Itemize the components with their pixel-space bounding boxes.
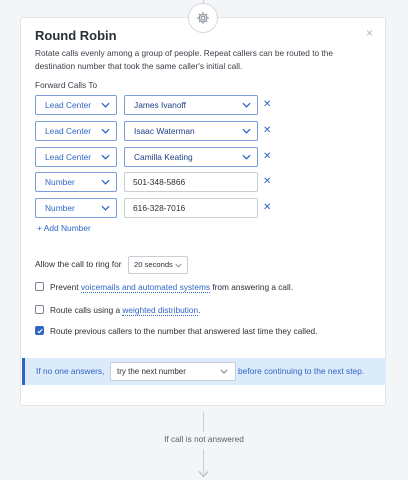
gear-icon: [197, 12, 209, 24]
destination-type-select[interactable]: Number: [35, 172, 117, 192]
destination-type-select[interactable]: Lead Center: [35, 147, 117, 167]
forward-calls-label: Forward Calls To: [35, 80, 98, 90]
no-answer-prefix: If no one answers,: [36, 366, 105, 376]
flow-connector: [203, 412, 204, 432]
not-answered-label: If call is not answered: [164, 434, 244, 444]
route-previous-callers-checkbox[interactable]: [35, 326, 44, 335]
add-number-link[interactable]: + Add Number: [37, 223, 91, 233]
chevron-down-icon: [242, 128, 251, 134]
destination-type-value: Lead Center: [45, 126, 92, 136]
no-answer-action-value: try the next number: [117, 367, 186, 376]
destination-target-value: Camilla Keating: [134, 152, 193, 162]
step-settings-node[interactable]: [188, 3, 218, 33]
card-title: Round Robin: [35, 28, 117, 43]
chevron-down-icon: [101, 179, 110, 185]
weighted-distribution-option: Route calls using a weighted distributio…: [35, 304, 375, 316]
weighted-distribution-text: Route calls using a weighted distributio…: [50, 304, 200, 316]
remove-row-close-icon[interactable]: ✕: [263, 152, 271, 162]
phone-number-input[interactable]: 616-328-7016: [124, 198, 258, 218]
phone-number-input[interactable]: 501-348-5866: [124, 172, 258, 192]
chevron-down-icon: [242, 102, 251, 108]
remove-row-close-icon[interactable]: ✕: [263, 126, 271, 136]
round-robin-card: × Round Robin Rotate calls evenly among …: [20, 17, 386, 406]
destination-type-select[interactable]: Number: [35, 198, 117, 218]
voicemails-automated-systems-link[interactable]: voicemails and automated systems: [80, 282, 211, 293]
forward-row: Number 501-348-5866 ✕: [35, 172, 375, 192]
chevron-down-icon: [101, 102, 110, 108]
weighted-distribution-link[interactable]: weighted distribution: [122, 305, 199, 316]
no-answer-action-select[interactable]: try the next number: [110, 362, 236, 381]
forward-row: Lead Center James Ivanoff ✕: [35, 95, 375, 115]
chevron-down-icon: [101, 154, 110, 160]
destination-type-select[interactable]: Lead Center: [35, 95, 117, 115]
prevent-voicemail-option: Prevent voicemails and automated systems…: [35, 281, 375, 293]
chevron-down-icon: [242, 154, 251, 160]
no-answer-banner: If no one answers, try the next number b…: [22, 358, 386, 385]
ring-duration-select[interactable]: 20 seconds: [128, 256, 188, 274]
close-icon[interactable]: ×: [366, 27, 373, 39]
ring-duration-value: 20 seconds: [134, 260, 173, 269]
destination-type-value: Number: [45, 203, 75, 213]
destination-type-select[interactable]: Lead Center: [35, 121, 117, 141]
forward-row: Lead Center Isaac Waterman ✕: [35, 121, 375, 141]
no-answer-suffix: before continuing to the next step.: [238, 366, 365, 376]
chevron-down-icon: [101, 205, 110, 211]
forward-row: Lead Center Camilla Keating ✕: [35, 147, 375, 167]
weighted-distribution-checkbox[interactable]: [35, 305, 44, 314]
prevent-voicemail-text: Prevent voicemails and automated systems…: [50, 281, 293, 293]
round-robin-step: × Round Robin Rotate calls evenly among …: [0, 0, 408, 480]
destination-type-value: Lead Center: [45, 100, 92, 110]
checkmark-icon: [37, 328, 43, 334]
route-previous-callers-option: Route previous callers to the number tha…: [35, 325, 375, 337]
prevent-voicemail-post: from answering a call.: [210, 282, 294, 292]
chevron-down-icon: [220, 369, 228, 374]
arrow-down-icon: [198, 471, 209, 478]
destination-type-value: Lead Center: [45, 152, 92, 162]
ring-duration-row: Allow the call to ring for 20 seconds: [35, 256, 335, 274]
weighted-distribution-pre: Route calls using a: [50, 305, 123, 315]
route-previous-callers-text: Route previous callers to the number tha…: [50, 326, 318, 336]
remove-row-close-icon[interactable]: ✕: [263, 203, 271, 213]
ring-duration-label: Allow the call to ring for: [35, 259, 122, 269]
remove-row-close-icon[interactable]: ✕: [263, 100, 271, 110]
destination-target-value: Isaac Waterman: [134, 126, 195, 136]
remove-row-close-icon[interactable]: ✕: [263, 177, 271, 187]
weighted-distribution-post: .: [198, 305, 201, 315]
destination-target-value: James Ivanoff: [134, 100, 186, 110]
chevron-down-icon: [101, 128, 110, 134]
prevent-voicemail-checkbox[interactable]: [35, 282, 44, 291]
destination-type-value: Number: [45, 177, 75, 187]
card-description: Rotate calls evenly among a group of peo…: [35, 48, 333, 71]
chevron-down-icon: [175, 263, 182, 268]
forward-row: Number 616-328-7016 ✕: [35, 198, 375, 218]
destination-target-select[interactable]: Camilla Keating: [124, 147, 258, 167]
destination-target-select[interactable]: Isaac Waterman: [124, 121, 258, 141]
prevent-voicemail-pre: Prevent: [50, 282, 81, 292]
destination-target-select[interactable]: James Ivanoff: [124, 95, 258, 115]
